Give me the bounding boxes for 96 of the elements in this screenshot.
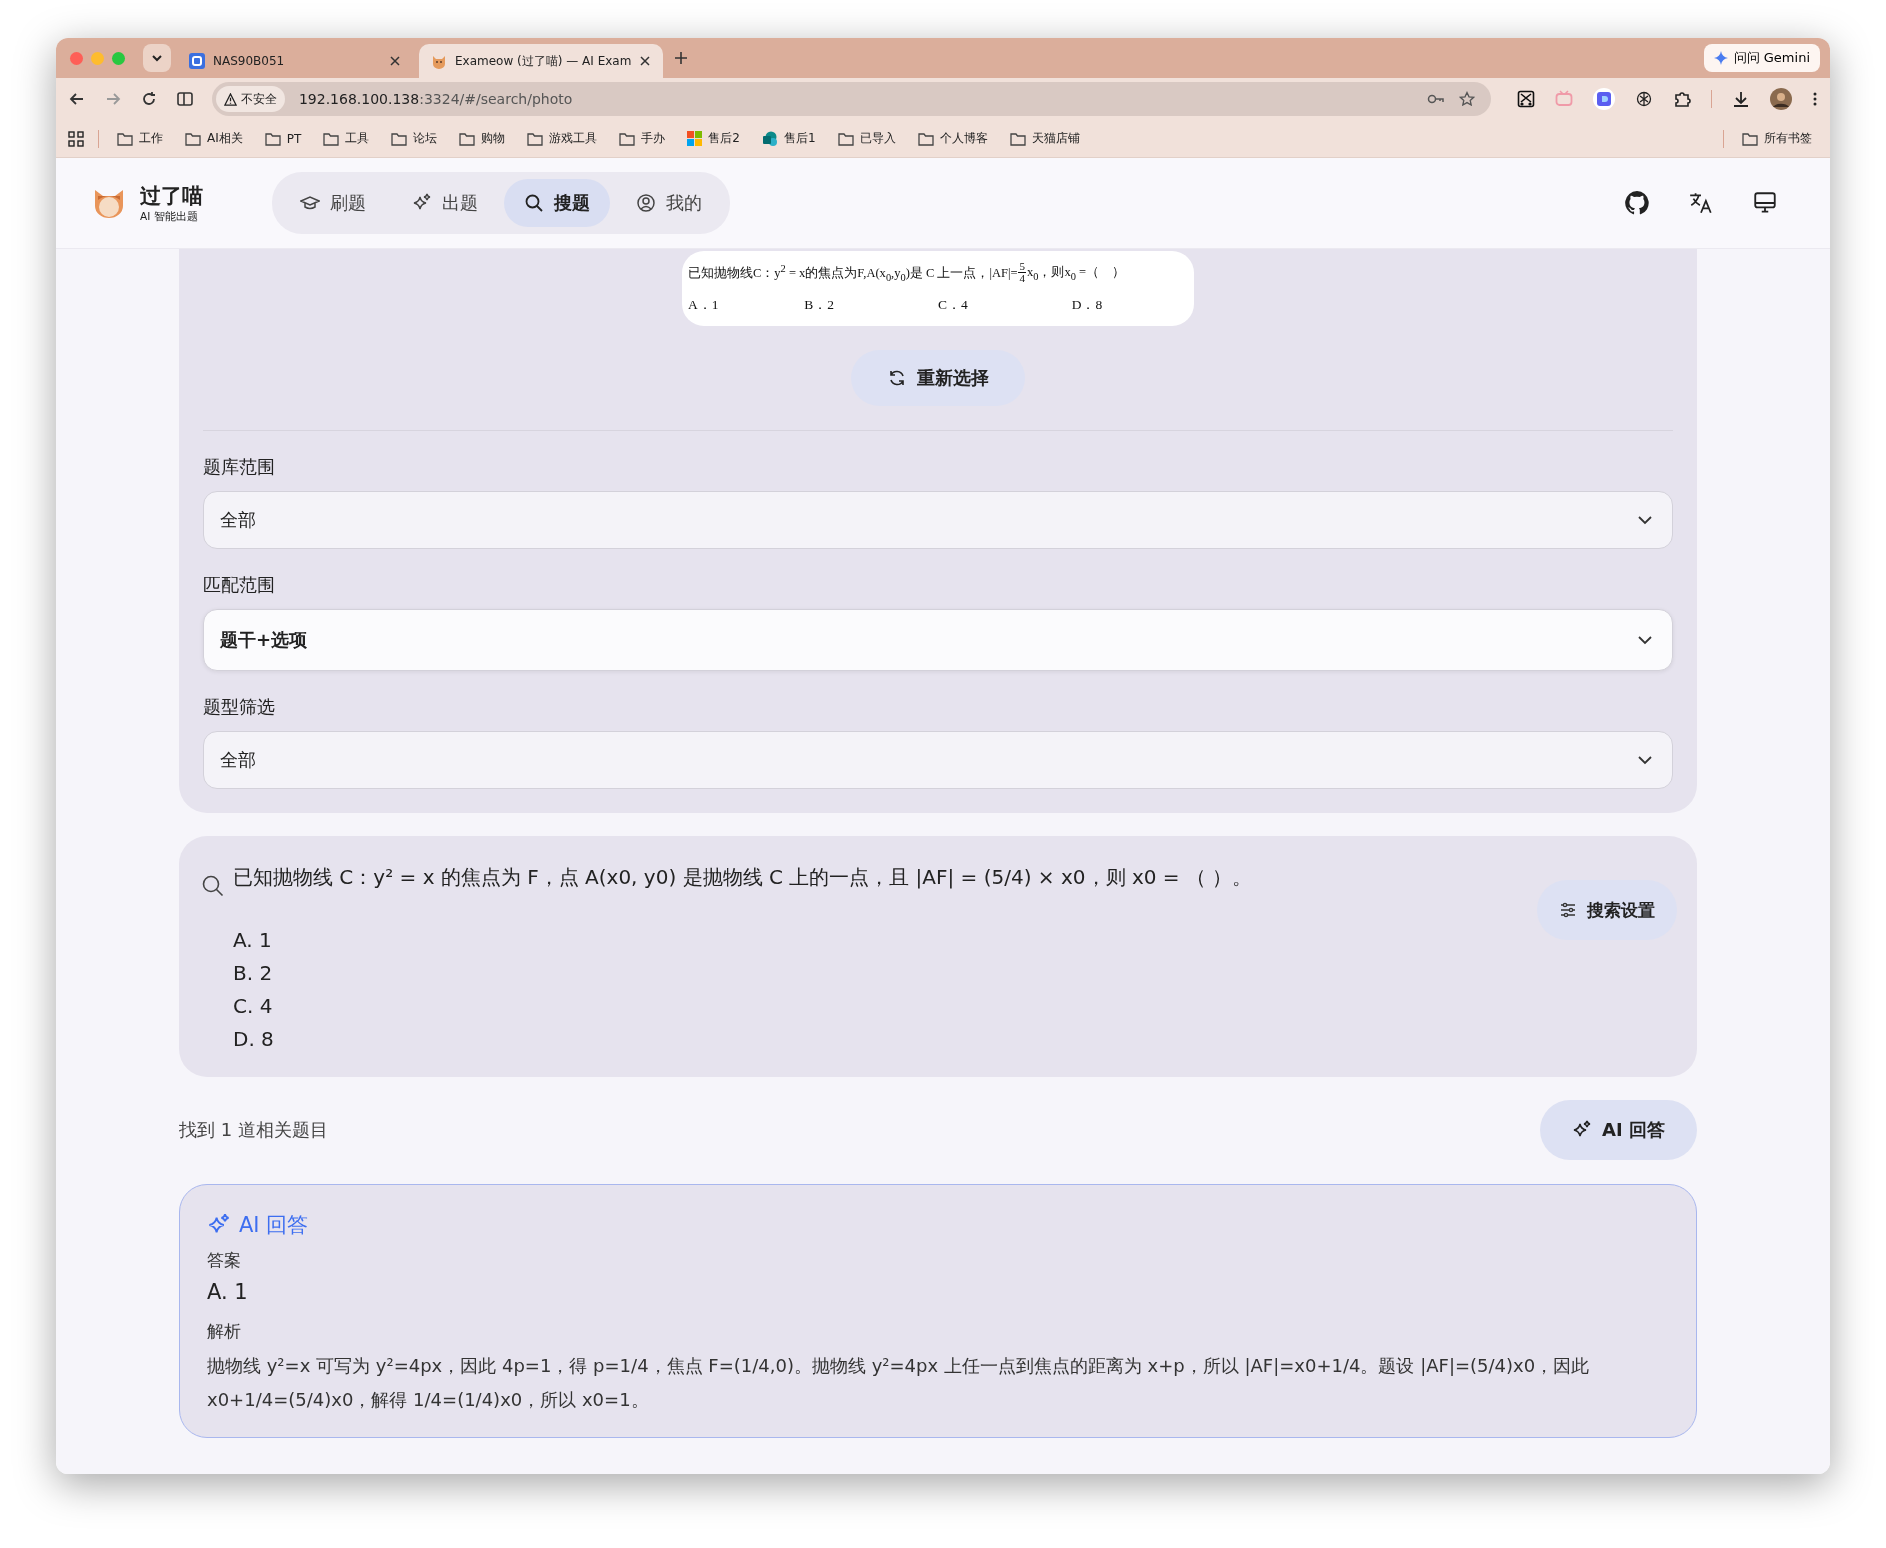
nav-tab[interactable]: 搜题 bbox=[504, 179, 610, 227]
bookmark-item[interactable]: AI相关 bbox=[181, 130, 247, 147]
key-icon[interactable] bbox=[1427, 93, 1445, 105]
sidebar-icon[interactable] bbox=[175, 90, 194, 108]
option-text: B. 2 bbox=[233, 960, 274, 987]
nav-tab[interactable]: 我的 bbox=[616, 179, 722, 227]
dropdown-field[interactable]: 全部 bbox=[203, 491, 1673, 549]
tab-title: Exameow (过了喵) — AI Exam bbox=[455, 52, 632, 70]
new-tab-icon[interactable] bbox=[673, 50, 690, 66]
puzzle-icon[interactable] bbox=[1673, 90, 1691, 108]
option-text: A．1 bbox=[688, 296, 720, 314]
folder-icon bbox=[117, 131, 133, 146]
dropdown-field[interactable]: 全部 bbox=[203, 731, 1673, 789]
bookmark-item[interactable]: 天猫店铺 bbox=[1005, 130, 1084, 147]
bookmark-item[interactable]: 手办 bbox=[615, 130, 670, 147]
option-text: C. 4 bbox=[233, 993, 274, 1020]
monitor-icon[interactable] bbox=[1752, 190, 1778, 216]
download-icon[interactable] bbox=[1732, 90, 1750, 108]
scissors-icon[interactable] bbox=[1517, 90, 1535, 108]
tab-list-button[interactable] bbox=[143, 44, 171, 72]
analysis-label: 解析 bbox=[207, 1320, 241, 1343]
github-icon[interactable] bbox=[1624, 190, 1650, 216]
browser-tab[interactable]: NAS90B051 bbox=[177, 44, 413, 78]
bookmark-item[interactable]: 已导入 bbox=[833, 130, 900, 147]
sliders-icon bbox=[1559, 901, 1577, 919]
star-icon[interactable] bbox=[1459, 91, 1475, 107]
url-text: 192.168.100.138:3324/#/search/photo bbox=[298, 91, 573, 107]
folder-icon bbox=[391, 131, 408, 146]
search-icon bbox=[201, 874, 225, 898]
option-text: B．2 bbox=[804, 296, 836, 314]
site-icon bbox=[761, 130, 778, 147]
folder-icon bbox=[837, 131, 854, 146]
filter-label: 题型筛选 bbox=[203, 695, 276, 719]
option-text: D. 8 bbox=[233, 1026, 275, 1053]
sparkle-icon bbox=[1713, 51, 1728, 65]
nav-tab[interactable]: 刷题 bbox=[280, 179, 386, 227]
fraction: 5 4 bbox=[1018, 261, 1026, 284]
bookmark-item[interactable]: 论坛 bbox=[387, 130, 442, 147]
folder-icon bbox=[185, 131, 201, 146]
bookmark-item[interactable]: 工具 bbox=[319, 130, 374, 147]
result-count: 找到 1 道相关题目 bbox=[179, 1118, 328, 1142]
cat-icon bbox=[431, 53, 447, 69]
search-icon bbox=[524, 193, 544, 213]
search-settings-button[interactable]: 搜索设置 bbox=[1537, 880, 1677, 940]
folder-icon bbox=[264, 131, 281, 146]
filter-label: 匹配范围 bbox=[203, 573, 276, 597]
option-text: C．4 bbox=[938, 296, 969, 314]
folder-icon bbox=[527, 131, 544, 146]
answer-title: AI 回答 bbox=[239, 1212, 309, 1239]
close-icon[interactable] bbox=[389, 55, 401, 67]
analysis-text: 抛物线 y²=x 可写为 y²=4px，因此 4p=1，得 p=1/4，焦点 F=(1/4,0)。抛物线 y²=4px 上任一点到焦点的距离为 x+p，所以 |AF|=x0+1/4。题设 |AF|=(5/4)x0，因此 x0+1/4=(5/4)x0，解得 1/4=(1/4)x0，所以 x0=1。 bbox=[207, 1354, 1591, 1412]
folder-icon bbox=[619, 131, 636, 146]
folder-icon bbox=[1009, 131, 1026, 146]
knot-icon[interactable] bbox=[1635, 90, 1653, 108]
folder-icon bbox=[917, 131, 934, 146]
dropdown-field[interactable]: 题干+选项 bbox=[203, 609, 1673, 671]
brand-name: 过了喵 bbox=[140, 183, 203, 210]
bookmark-item[interactable]: 购物 bbox=[455, 130, 510, 147]
avatar-icon[interactable] bbox=[1770, 88, 1792, 110]
question-text: 已知抛物线C：y$^{2}$ = x的焦点为F,A(x$_{0}$,y$_{0}$)是 C 上一点，|AF|= bbox=[688, 262, 1018, 283]
option-text: A. 1 bbox=[233, 927, 273, 954]
brand-tagline: AI 智能出题 bbox=[140, 210, 199, 224]
security-chip[interactable]: 不安全 bbox=[215, 86, 285, 112]
apps-grid-icon[interactable] bbox=[68, 130, 84, 147]
folder-icon bbox=[323, 131, 340, 146]
warning-icon bbox=[223, 92, 237, 106]
filter-label: 题库范围 bbox=[203, 455, 276, 479]
app-icon[interactable] bbox=[1593, 88, 1615, 110]
address-bar[interactable]: 不安全 192.168.100.138:3324/#/search/photo bbox=[211, 82, 1491, 116]
tiles-icon bbox=[687, 131, 703, 146]
translate-icon[interactable] bbox=[1688, 190, 1714, 216]
reselect-button[interactable]: 重新选择 bbox=[851, 350, 1025, 406]
bookmark-item[interactable]: 个人博客 bbox=[913, 130, 992, 147]
question-text: x$_{0}$，则x$_{0}$ =（ ） bbox=[1026, 263, 1126, 282]
gemini-button[interactable]: 问问 Gemini bbox=[1703, 44, 1820, 72]
answer-text: A. 1 bbox=[207, 1280, 248, 1304]
answer-label: 答案 bbox=[207, 1249, 241, 1272]
ai-answer-button[interactable]: AI 回答 bbox=[1540, 1100, 1697, 1160]
nav-tab[interactable]: 出题 bbox=[392, 179, 498, 227]
user-icon bbox=[636, 193, 656, 213]
more-icon[interactable] bbox=[1812, 90, 1818, 108]
folder-icon bbox=[459, 131, 476, 146]
tab-title: NAS90B051 bbox=[213, 54, 286, 68]
refresh-icon bbox=[887, 368, 907, 388]
option-text: D．8 bbox=[1071, 296, 1104, 314]
folder-icon bbox=[1742, 131, 1758, 146]
all-bookmarks-item[interactable]: 所有书签 bbox=[1738, 130, 1816, 147]
close-icon[interactable] bbox=[639, 55, 652, 67]
app-icon bbox=[189, 53, 205, 69]
question-text: 已知抛物线 C：y² = x 的焦点为 F，点 A(x0, y0) 是抛物线 C 上的一点，且 |AF| = (5/4) × x0，则 x0 = （ ）。 bbox=[233, 864, 1254, 891]
bookmark-item[interactable]: 游戏工具 bbox=[523, 130, 602, 147]
bookmark-item[interactable]: 工作 bbox=[113, 130, 167, 147]
browser-tab[interactable]: Exameow (过了喵) — AI Exam bbox=[419, 44, 664, 78]
bookmark-item[interactable]: 售后2 bbox=[683, 130, 744, 147]
bookmark-item[interactable]: 售后1 bbox=[757, 130, 820, 147]
bookmark-item[interactable]: PT bbox=[260, 131, 306, 146]
